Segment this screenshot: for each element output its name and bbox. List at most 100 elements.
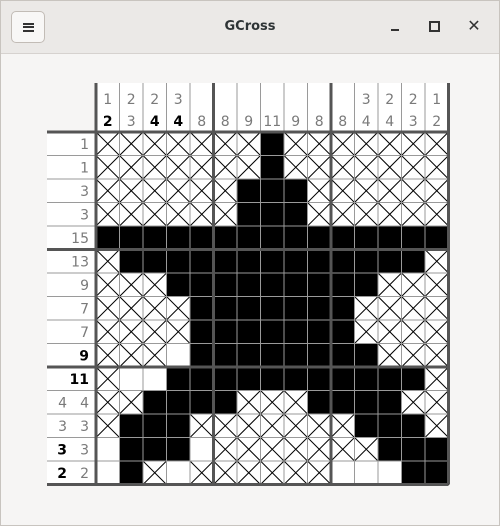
cell-empty[interactable] (354, 461, 379, 485)
cell-filled[interactable] (237, 296, 261, 321)
cell-filled[interactable] (354, 273, 379, 297)
cell-filled[interactable] (378, 226, 402, 250)
cell-filled[interactable] (307, 367, 332, 391)
cell-filled[interactable] (331, 367, 355, 391)
cell-filled[interactable] (260, 320, 285, 344)
cell-filled[interactable] (213, 320, 238, 344)
cell-filled[interactable] (237, 343, 261, 368)
cell-filled[interactable] (119, 249, 144, 274)
cell-filled[interactable] (213, 296, 238, 321)
cell-filled[interactable] (166, 437, 191, 462)
cell-filled[interactable] (307, 296, 332, 321)
cell-filled[interactable] (237, 367, 261, 391)
cell-filled[interactable] (119, 226, 144, 250)
cell-filled[interactable] (143, 390, 167, 415)
cell-filled[interactable] (378, 367, 402, 391)
cell-filled[interactable] (401, 226, 426, 250)
cell-filled[interactable] (354, 226, 379, 250)
cell-filled[interactable] (166, 226, 191, 250)
cell-empty[interactable] (166, 343, 191, 368)
cell-filled[interactable] (190, 249, 214, 274)
cell-filled[interactable] (401, 461, 426, 485)
cell-filled[interactable] (143, 437, 167, 462)
cell-filled[interactable] (307, 320, 332, 344)
cell-filled[interactable] (307, 343, 332, 368)
cell-filled[interactable] (401, 249, 426, 274)
cell-filled[interactable] (378, 390, 402, 415)
cell-filled[interactable] (307, 226, 332, 250)
cell-empty[interactable] (190, 437, 214, 462)
cell-filled[interactable] (260, 343, 285, 368)
cell-filled[interactable] (166, 273, 191, 297)
cell-filled[interactable] (331, 390, 355, 415)
cell-filled[interactable] (166, 414, 191, 438)
cell-filled[interactable] (143, 414, 167, 438)
cell-filled[interactable] (260, 202, 285, 227)
cell-filled[interactable] (425, 437, 449, 462)
cell-filled[interactable] (331, 273, 355, 297)
cell-empty[interactable] (96, 437, 120, 462)
cell-filled[interactable] (260, 226, 285, 250)
cell-filled[interactable] (213, 273, 238, 297)
cell-filled[interactable] (260, 273, 285, 297)
cell-empty[interactable] (378, 461, 402, 485)
cell-filled[interactable] (425, 226, 449, 250)
cell-filled[interactable] (401, 437, 426, 462)
cell-filled[interactable] (190, 390, 214, 415)
cell-filled[interactable] (260, 132, 285, 156)
cell-filled[interactable] (354, 414, 379, 438)
cell-filled[interactable] (237, 273, 261, 297)
cell-filled[interactable] (213, 343, 238, 368)
cell-filled[interactable] (190, 343, 214, 368)
cell-filled[interactable] (237, 320, 261, 344)
cell-filled[interactable] (378, 249, 402, 274)
cell-filled[interactable] (284, 296, 308, 321)
cell-filled[interactable] (237, 179, 261, 203)
cell-filled[interactable] (190, 273, 214, 297)
cell-filled[interactable] (401, 367, 426, 391)
cell-filled[interactable] (284, 179, 308, 203)
cell-filled[interactable] (190, 367, 214, 391)
cell-filled[interactable] (190, 226, 214, 250)
cell-filled[interactable] (190, 296, 214, 321)
cell-filled[interactable] (331, 296, 355, 321)
cell-filled[interactable] (378, 414, 402, 438)
cell-filled[interactable] (213, 367, 238, 391)
cell-filled[interactable] (284, 249, 308, 274)
cell-filled[interactable] (119, 437, 144, 462)
cell-filled[interactable] (260, 367, 285, 391)
cell-filled[interactable] (166, 367, 191, 391)
cell-filled[interactable] (331, 343, 355, 368)
cell-filled[interactable] (284, 202, 308, 227)
cell-filled[interactable] (143, 226, 167, 250)
cell-filled[interactable] (331, 249, 355, 274)
cell-filled[interactable] (96, 226, 120, 250)
cell-filled[interactable] (284, 343, 308, 368)
cell-empty[interactable] (96, 461, 120, 485)
cell-filled[interactable] (354, 390, 379, 415)
cell-filled[interactable] (284, 320, 308, 344)
cell-filled[interactable] (354, 367, 379, 391)
cell-filled[interactable] (284, 367, 308, 391)
cell-filled[interactable] (425, 461, 449, 485)
cell-filled[interactable] (237, 202, 261, 227)
cell-filled[interactable] (143, 249, 167, 274)
cell-filled[interactable] (378, 437, 402, 462)
cell-empty[interactable] (166, 461, 191, 485)
cell-filled[interactable] (284, 226, 308, 250)
cell-filled[interactable] (307, 273, 332, 297)
cell-filled[interactable] (237, 249, 261, 274)
cell-filled[interactable] (119, 414, 144, 438)
cell-filled[interactable] (166, 249, 191, 274)
cell-filled[interactable] (213, 249, 238, 274)
cell-filled[interactable] (213, 390, 238, 415)
cell-filled[interactable] (260, 155, 285, 180)
cell-filled[interactable] (354, 343, 379, 368)
cell-filled[interactable] (213, 226, 238, 250)
cell-filled[interactable] (260, 179, 285, 203)
cell-empty[interactable] (143, 367, 167, 391)
cell-filled[interactable] (284, 273, 308, 297)
cell-empty[interactable] (331, 461, 355, 485)
cell-filled[interactable] (237, 226, 261, 250)
cell-filled[interactable] (307, 249, 332, 274)
